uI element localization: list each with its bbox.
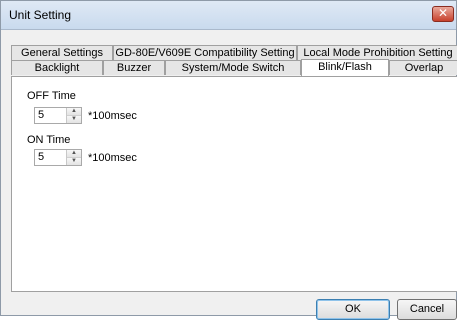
on-time-spin-buttons: ▲ ▼ (66, 150, 81, 165)
ok-button-label: OK (345, 303, 361, 315)
on-time-spinner[interactable]: 5 ▲ ▼ (34, 149, 82, 166)
tab-label: General Settings (21, 47, 103, 59)
title-bar: Unit Setting ✕ (1, 1, 456, 30)
tab-label: Blink/Flash (318, 61, 372, 73)
close-button[interactable]: ✕ (432, 6, 454, 22)
cancel-button[interactable]: Cancel (397, 299, 457, 320)
off-time-spin-buttons: ▲ ▼ (66, 108, 81, 123)
tab-system-mode-switch[interactable]: System/Mode Switch (165, 60, 301, 75)
spin-up-icon[interactable]: ▲ (67, 150, 81, 158)
tab-label: Local Mode Prohibition Setting (303, 47, 453, 59)
off-time-value: 5 (38, 109, 45, 121)
spin-down-icon[interactable]: ▼ (67, 116, 81, 123)
off-time-label: OFF Time (27, 90, 76, 102)
tab-gd80e-compatibility-setting[interactable]: GD-80E/V609E Compatibility Setting (113, 45, 297, 60)
tab-local-mode-prohibition-setting[interactable]: Local Mode Prohibition Setting (297, 45, 457, 60)
tab-buzzer[interactable]: Buzzer (103, 60, 165, 75)
window-title: Unit Setting (9, 8, 72, 22)
tab-label: System/Mode Switch (181, 62, 285, 74)
spin-up-icon[interactable]: ▲ (67, 108, 81, 116)
tab-label: Buzzer (116, 62, 152, 74)
on-time-label: ON Time (27, 134, 71, 146)
tab-blink-flash[interactable]: Blink/Flash (301, 59, 389, 76)
close-icon: ✕ (437, 6, 449, 20)
off-time-spinner[interactable]: 5 ▲ ▼ (34, 107, 82, 124)
tab-label: GD-80E/V609E Compatibility Setting (115, 47, 295, 59)
on-time-unit: *100msec (88, 152, 137, 164)
cancel-button-label: Cancel (409, 303, 445, 315)
spin-down-icon[interactable]: ▼ (67, 158, 81, 165)
tab-general-settings[interactable]: General Settings (11, 45, 113, 60)
tab-label: Overlap (404, 62, 444, 74)
tab-label: Backlight (34, 62, 80, 74)
unit-setting-dialog: Unit Setting ✕ General Settings GD-80E/V… (0, 0, 457, 320)
ok-button[interactable]: OK (316, 299, 390, 320)
tab-backlight[interactable]: Backlight (11, 60, 103, 75)
on-time-value: 5 (38, 151, 45, 163)
blink-flash-panel: OFF Time 5 ▲ ▼ *100msec ON Time 5 ▲ ▼ *1… (11, 76, 457, 292)
off-time-unit: *100msec (88, 110, 137, 122)
tab-overlap[interactable]: Overlap (389, 60, 457, 75)
